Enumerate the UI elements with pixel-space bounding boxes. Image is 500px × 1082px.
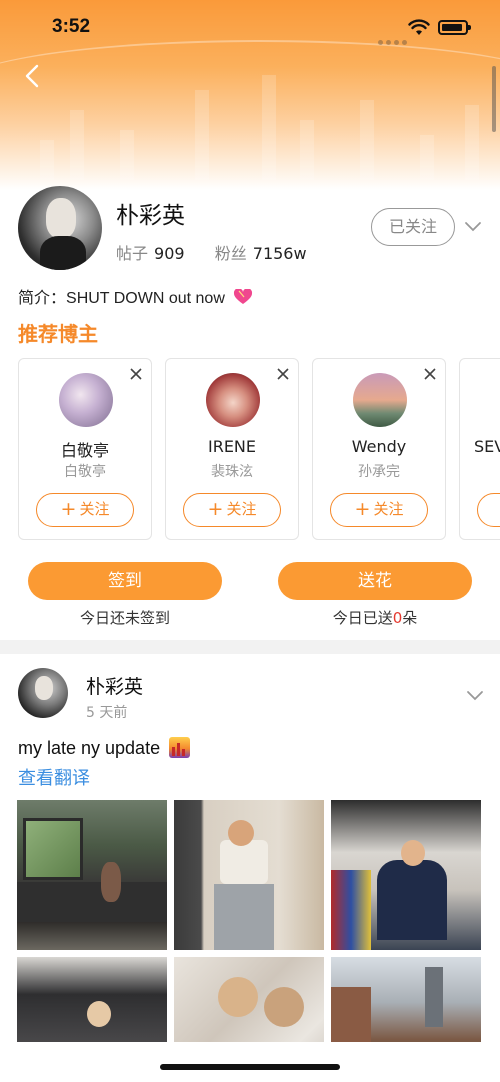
photo-grid [17, 800, 483, 1042]
follow-button[interactable]: + 关注 [330, 493, 428, 527]
post-time: 5 天前 [86, 705, 128, 721]
recommended-name: 白敬亭 [60, 441, 109, 460]
flowers-caption-prefix: 今日已送 [332, 609, 393, 627]
follow-button[interactable]: + 关注 [36, 493, 134, 527]
profile-stats: 帖子 909 粉丝 7156w [116, 240, 307, 264]
recommended-subtitle: 裴珠泫 [211, 464, 253, 480]
scroll-indicator[interactable] [492, 66, 496, 132]
profile-name: 朴彩英 [116, 203, 185, 229]
followed-button[interactable]: 已关注 [371, 208, 455, 246]
fans-count: 7156w [252, 244, 307, 263]
posts-label: 帖子 [116, 244, 149, 263]
follow-label: 关注 [373, 500, 404, 518]
recommended-card[interactable]: Wendy 孙承完 + 关注 [312, 358, 446, 540]
recommended-avatar[interactable] [59, 373, 113, 427]
status-time: 3:52 [52, 16, 91, 37]
checkin-button[interactable]: 签到 [28, 562, 222, 600]
post-photo[interactable] [331, 957, 481, 1042]
close-icon[interactable] [423, 367, 437, 381]
post-photo[interactable] [17, 800, 167, 950]
city-sunset-emoji-icon [169, 737, 191, 758]
recommended-list: 白敬亭 白敬亭 + 关注 IRENE 裴珠泫 + 关注 Wendy 孙承完 + 关注 … [18, 358, 500, 542]
profile-avatar[interactable] [18, 186, 102, 270]
chevron-down-icon[interactable] [464, 221, 482, 233]
checkin-caption: 今日还未签到 [79, 609, 170, 627]
post-text-content: my late ny update [18, 738, 161, 758]
plus-icon: + [207, 498, 224, 520]
status-bar: 3:52 [0, 0, 500, 56]
send-flowers-button[interactable]: 送花 [278, 562, 472, 600]
post-photo[interactable] [331, 800, 481, 950]
recommended-name: SEV [474, 437, 500, 456]
flowers-count: 0 [392, 609, 403, 627]
recommended-subtitle: 孙承完 [358, 464, 400, 480]
recommended-name: IRENE [207, 437, 257, 456]
recommended-card[interactable]: IRENE 裴珠泫 + 关注 [165, 358, 299, 540]
back-arrow-icon[interactable] [22, 64, 44, 88]
recommended-avatar[interactable] [353, 373, 407, 427]
recommended-avatar[interactable] [206, 373, 260, 427]
section-divider [0, 640, 500, 654]
wifi-icon [408, 19, 430, 35]
recommended-name: Wendy [351, 437, 407, 456]
flowers-caption-suffix: 朵 [402, 609, 418, 627]
signal-dots-icon [378, 30, 410, 49]
recommended-subtitle: 白敬亭 [64, 464, 106, 480]
post-author-avatar[interactable] [18, 668, 68, 718]
plus-icon: + [354, 498, 371, 520]
follow-button[interactable] [477, 493, 500, 527]
home-indicator[interactable] [160, 1064, 340, 1070]
chevron-down-icon[interactable] [466, 690, 484, 702]
bio-label: 简介： [18, 290, 67, 307]
plus-icon: + [60, 498, 77, 520]
post-photo[interactable] [17, 957, 167, 1042]
post-author-name[interactable]: 朴彩英 [86, 672, 143, 699]
posts-count: 909 [154, 244, 185, 263]
recommended-title: 推荐博主 [18, 322, 98, 346]
follow-button[interactable]: + 关注 [183, 493, 281, 527]
follow-label: 关注 [79, 500, 110, 518]
close-icon[interactable] [276, 367, 290, 381]
translate-link[interactable]: 查看翻译 [18, 764, 90, 790]
heart-emoji-icon [234, 289, 253, 304]
close-icon[interactable] [129, 367, 143, 381]
recommended-card[interactable]: SEV [459, 358, 500, 540]
fans-label: 粉丝 [214, 244, 247, 263]
flowers-caption: 今日已送0朵 [278, 607, 472, 628]
bio-text: SHUT DOWN out now [66, 290, 225, 307]
battery-icon [438, 20, 471, 35]
bio: 简介：SHUT DOWN out now [18, 284, 253, 308]
follow-label: 关注 [226, 500, 257, 518]
post-photo[interactable] [174, 800, 324, 950]
post-photo[interactable] [174, 957, 324, 1042]
post-text: my late ny update [18, 737, 191, 759]
recommended-card[interactable]: 白敬亭 白敬亭 + 关注 [18, 358, 152, 540]
